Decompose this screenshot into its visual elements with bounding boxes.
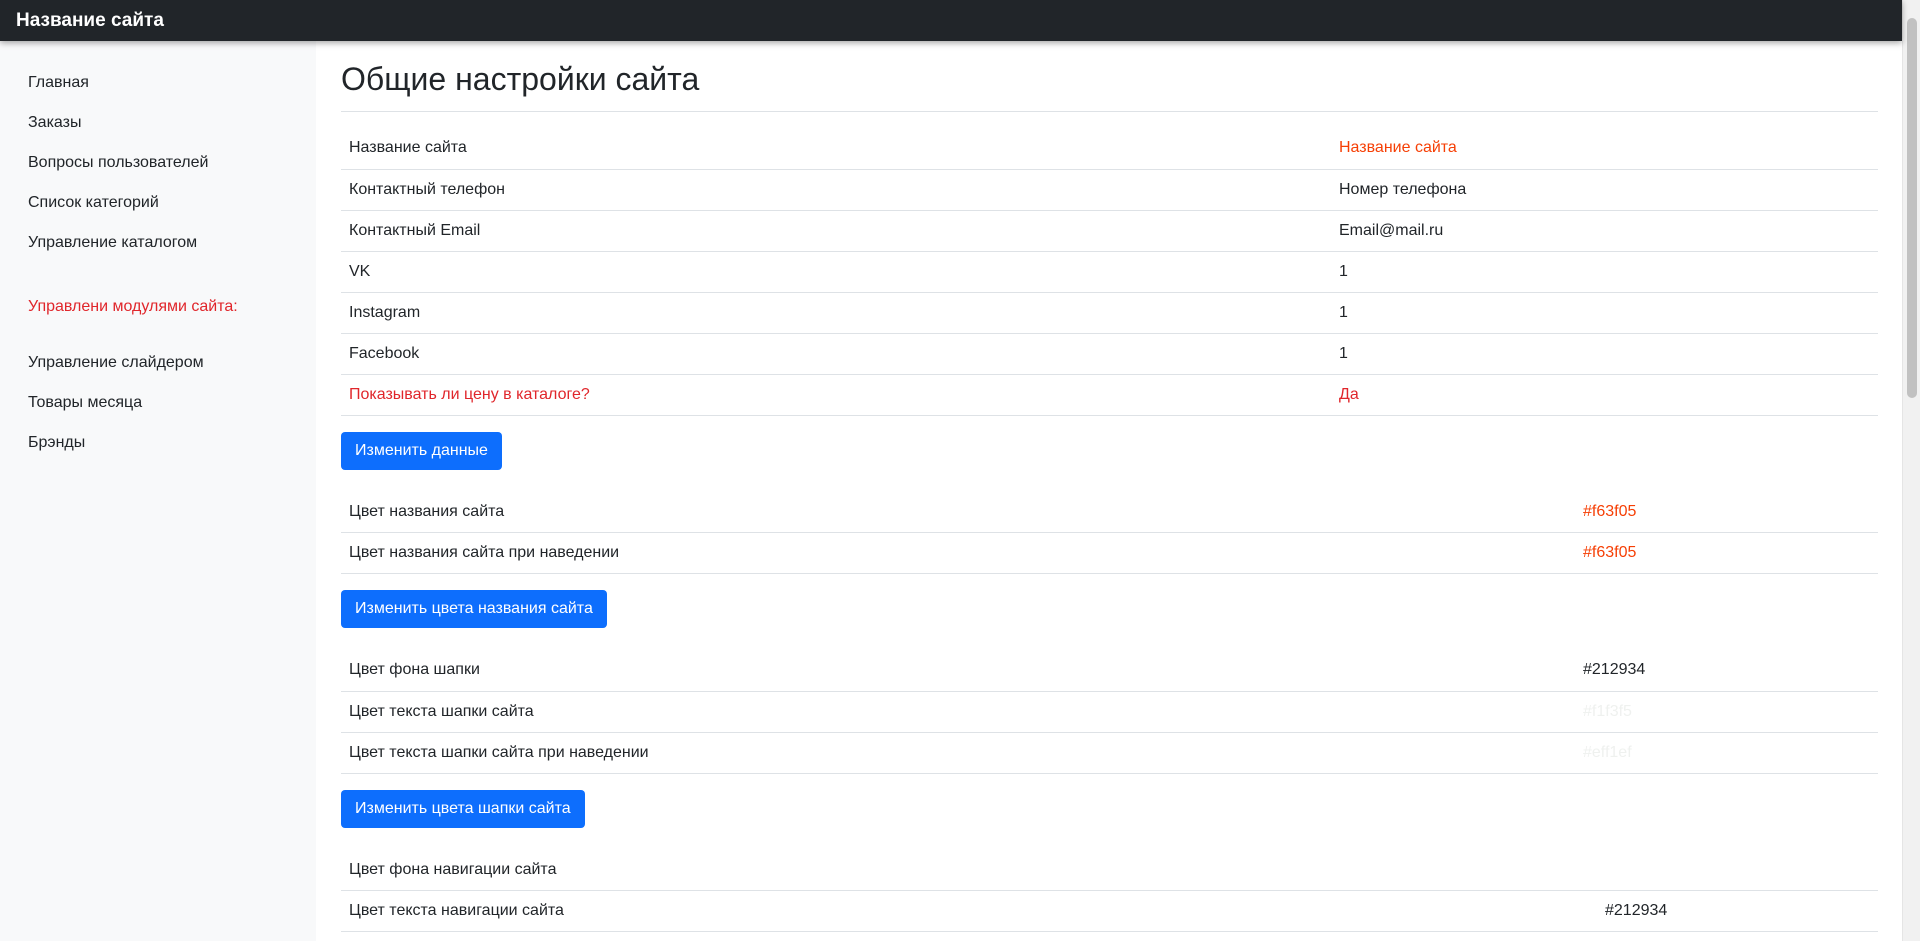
general-settings-table: Название сайта Название сайта Контактный… bbox=[341, 128, 1878, 416]
setting-label: Цвет текста шапки сайта при наведении bbox=[341, 732, 1575, 774]
sidebar: Главная Заказы Вопросы пользователей Спи… bbox=[0, 41, 316, 941]
setting-label: Показывать ли цену в каталоге? bbox=[341, 374, 1331, 416]
setting-value bbox=[1597, 849, 1878, 891]
sidebar-item-orders[interactable]: Заказы bbox=[0, 103, 316, 143]
header-colors-table: Цвет фона шапки #212934 Цвет текста шапк… bbox=[341, 650, 1878, 774]
table-row: Цвет текста шапки сайта #f1f3f5 bbox=[341, 691, 1878, 733]
table-row: Контактный телефон Номер телефона bbox=[341, 169, 1878, 211]
title-divider bbox=[341, 111, 1878, 112]
sidebar-item-products-of-month[interactable]: Товары месяца bbox=[0, 383, 316, 423]
setting-label: Контактный телефон bbox=[341, 169, 1331, 211]
page-title: Общие настройки сайта bbox=[341, 61, 700, 97]
setting-value: #f63f05 bbox=[1575, 532, 1878, 574]
scrollbar-thumb[interactable] bbox=[1907, 18, 1917, 398]
sidebar-modules-heading: Управлени модулями сайта: bbox=[28, 298, 238, 315]
setting-value: 1 bbox=[1331, 292, 1878, 334]
table-row: Название сайта Название сайта bbox=[341, 128, 1878, 170]
table-row: Цвет названия сайта #f63f05 bbox=[341, 491, 1878, 533]
sidebar-item-categories[interactable]: Список категорий bbox=[0, 183, 316, 223]
setting-label: Цвет названия сайта bbox=[341, 491, 1575, 533]
sidebar-item-home[interactable]: Главная bbox=[0, 63, 316, 103]
setting-label: Facebook bbox=[341, 333, 1331, 375]
setting-value: Номер телефона bbox=[1331, 169, 1878, 211]
setting-label: Цвет названия сайта при наведении bbox=[341, 532, 1575, 574]
setting-value: #f63f05 bbox=[1575, 491, 1878, 533]
setting-value: Название сайта bbox=[1331, 128, 1878, 170]
title-colors-table: Цвет названия сайта #f63f05 Цвет названи… bbox=[341, 491, 1878, 574]
edit-data-button[interactable]: Изменить данные bbox=[341, 431, 502, 470]
main-content: Общие настройки сайта Название сайта Наз… bbox=[341, 41, 1878, 941]
setting-label: VK bbox=[341, 251, 1331, 293]
sidebar-item-catalog[interactable]: Управление каталогом bbox=[0, 223, 316, 263]
setting-label: Цвет текста навигации сайта bbox=[341, 890, 1597, 932]
table-row: Цвет названия сайта при наведении #f63f0… bbox=[341, 532, 1878, 574]
sidebar-item-slider[interactable]: Управление слайдером bbox=[0, 343, 316, 383]
table-row: Instagram 1 bbox=[341, 292, 1878, 334]
setting-value: 1 bbox=[1331, 333, 1878, 375]
edit-header-colors-button[interactable]: Изменить цвета шапки сайта bbox=[341, 789, 585, 828]
table-row: VK 1 bbox=[341, 251, 1878, 293]
table-row: Цвет фона шапки #212934 bbox=[341, 650, 1878, 692]
setting-value: Email@mail.ru bbox=[1331, 210, 1878, 252]
sidebar-item-brands[interactable]: Брэнды bbox=[0, 423, 316, 463]
table-row: Цвет текста навигации сайта #212934 bbox=[341, 890, 1878, 932]
table-row: Цвет фона навигации сайта bbox=[341, 849, 1878, 891]
setting-value: 1 bbox=[1331, 251, 1878, 293]
table-row: Показывать ли цену в каталоге? Да bbox=[341, 374, 1878, 416]
setting-value: #212934 bbox=[1575, 650, 1878, 692]
page-scrollbar[interactable] bbox=[1902, 0, 1920, 941]
setting-label: Цвет текста шапки сайта bbox=[341, 691, 1575, 733]
setting-label: Название сайта bbox=[341, 128, 1331, 170]
site-brand[interactable]: Название сайта bbox=[16, 10, 164, 32]
setting-value: #eff1ef bbox=[1575, 732, 1878, 774]
setting-label: Контактный Email bbox=[341, 210, 1331, 252]
edit-title-colors-button[interactable]: Изменить цвета названия сайта bbox=[341, 590, 607, 628]
top-navbar: Название сайта bbox=[0, 0, 1902, 41]
setting-label: Цвет фона шапки bbox=[341, 650, 1575, 692]
setting-label: Instagram bbox=[341, 292, 1331, 334]
setting-value: #f1f3f5 bbox=[1575, 691, 1878, 733]
table-row: Facebook 1 bbox=[341, 333, 1878, 375]
table-row: Цвет текста шапки сайта при наведении #e… bbox=[341, 732, 1878, 774]
setting-label: Цвет фона навигации сайта bbox=[341, 849, 1597, 891]
nav-colors-table: Цвет фона навигации сайта Цвет текста на… bbox=[341, 849, 1878, 932]
table-row: Контактный Email Email@mail.ru bbox=[341, 210, 1878, 252]
sidebar-item-user-questions[interactable]: Вопросы пользователей bbox=[0, 143, 316, 183]
setting-value: #212934 bbox=[1597, 890, 1878, 932]
setting-value: Да bbox=[1331, 374, 1878, 416]
